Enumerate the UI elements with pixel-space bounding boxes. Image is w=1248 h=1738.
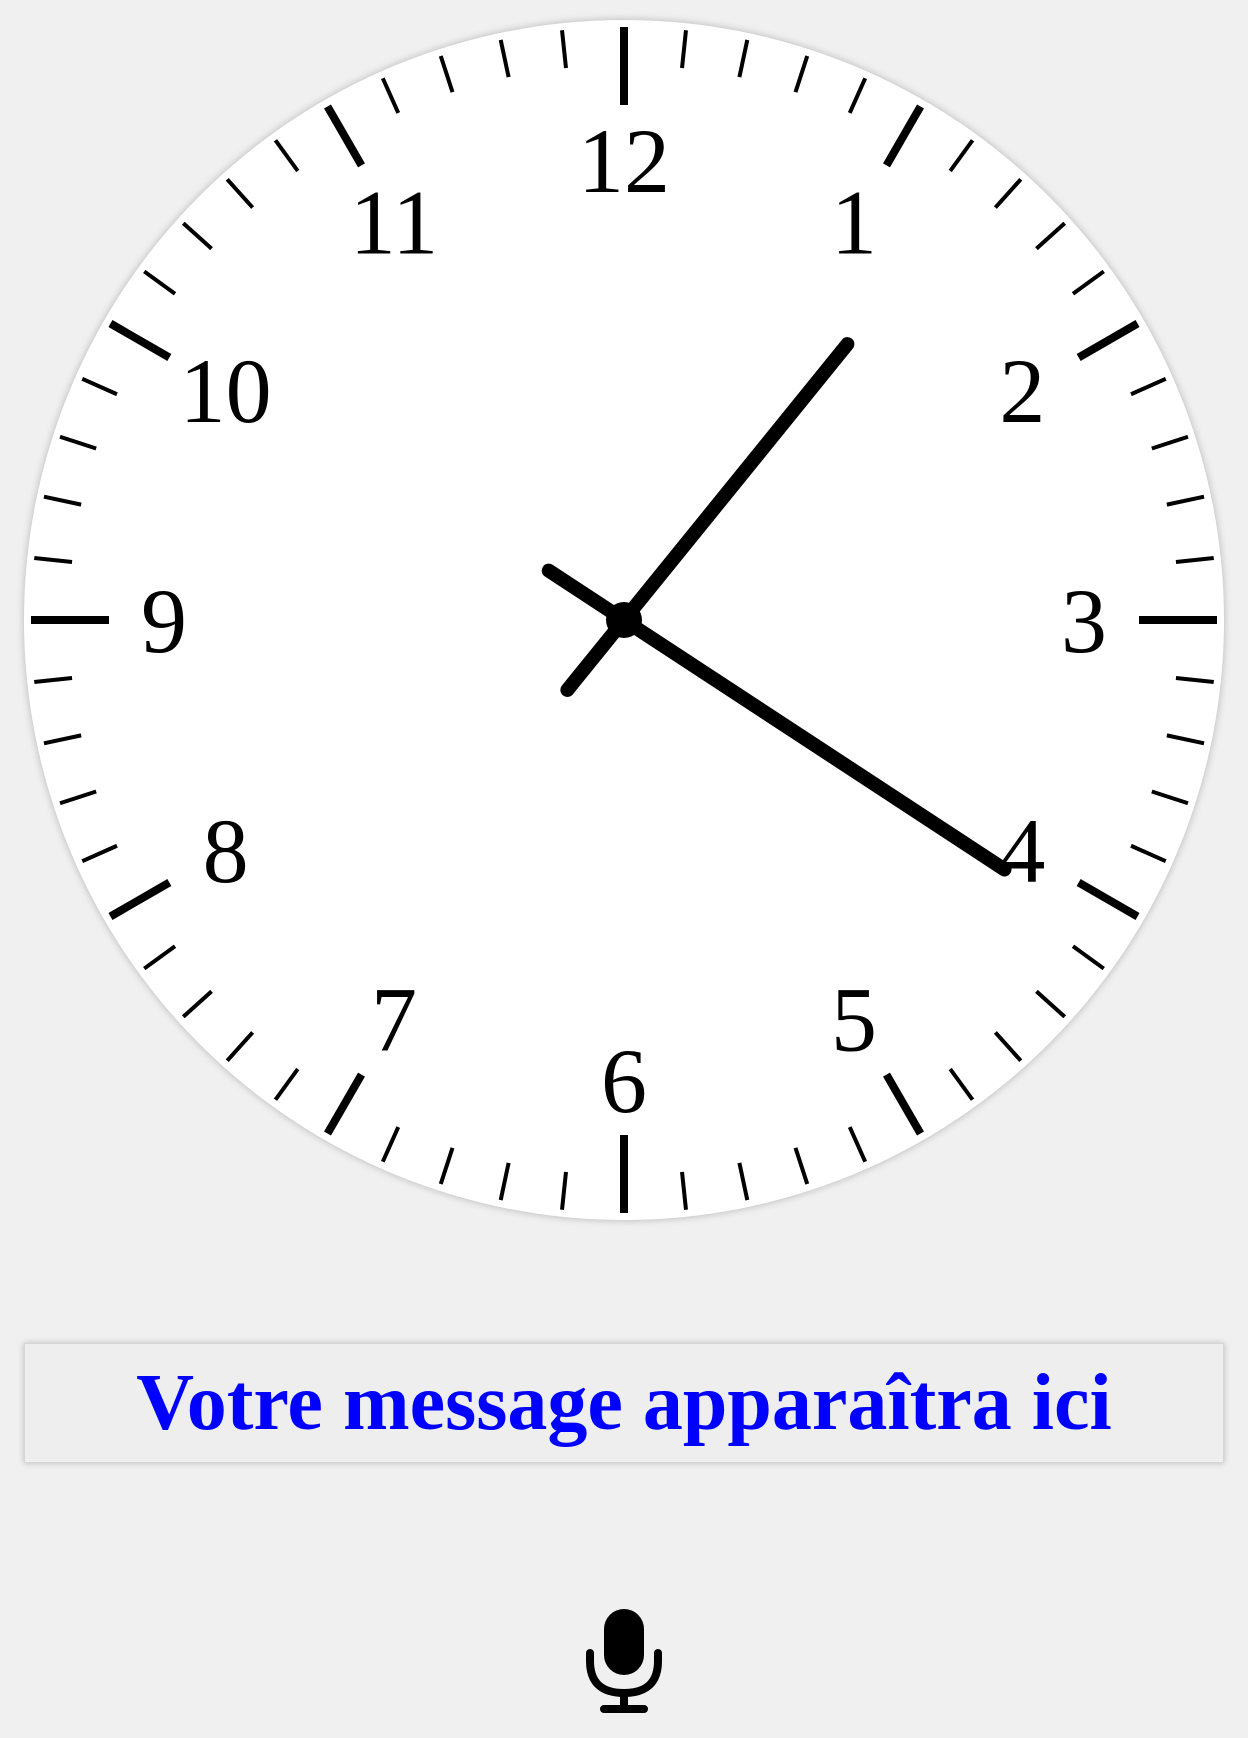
minute-tick bbox=[43, 494, 82, 507]
minute-tick bbox=[847, 77, 868, 114]
hour-tick bbox=[1076, 320, 1140, 361]
minute-tick bbox=[1166, 733, 1205, 746]
minute-tick bbox=[1035, 989, 1067, 1019]
numeral-4: 4 bbox=[999, 800, 1045, 902]
numeral-7: 7 bbox=[371, 968, 417, 1070]
minute-hand bbox=[560, 337, 855, 697]
minute-tick bbox=[81, 843, 118, 864]
minute-tick bbox=[81, 376, 118, 397]
numeral-3: 3 bbox=[1061, 570, 1107, 672]
minute-tick bbox=[1130, 376, 1167, 397]
minute-tick bbox=[1035, 221, 1067, 251]
minute-tick bbox=[43, 733, 82, 746]
clock-center-cap bbox=[606, 602, 642, 638]
minute-tick bbox=[1071, 944, 1105, 971]
hour-tick bbox=[108, 879, 172, 920]
clock-face: 121234567891011 bbox=[31, 27, 1217, 1213]
minute-tick bbox=[143, 269, 177, 296]
minute-tick bbox=[225, 177, 255, 209]
numeral-8: 8 bbox=[203, 800, 249, 902]
minute-tick bbox=[1175, 556, 1214, 564]
minute-tick bbox=[993, 1031, 1023, 1063]
minute-tick bbox=[273, 1067, 300, 1101]
numeral-9: 9 bbox=[141, 570, 187, 672]
minute-tick bbox=[1130, 843, 1167, 864]
minute-tick bbox=[948, 1067, 975, 1101]
minute-tick bbox=[1151, 434, 1189, 451]
hour-tick bbox=[883, 1072, 924, 1136]
minute-tick bbox=[225, 1031, 255, 1063]
hour-tick bbox=[1076, 879, 1140, 920]
minute-tick bbox=[59, 789, 97, 806]
microphone-icon bbox=[586, 1609, 662, 1713]
message-text: Votre message apparaîtra ici bbox=[136, 1358, 1112, 1447]
numeral-2: 2 bbox=[999, 340, 1045, 442]
hour-tick bbox=[324, 1072, 365, 1136]
minute-tick bbox=[380, 1126, 401, 1163]
minute-tick bbox=[680, 30, 688, 69]
analog-clock: 12 1 2 3 4 5 6 7 8 9 10 11 bbox=[24, 20, 1224, 1220]
minute-tick bbox=[438, 55, 455, 93]
minute-tick bbox=[1071, 269, 1105, 296]
minute-tick bbox=[737, 39, 750, 78]
minute-tick bbox=[181, 989, 213, 1019]
numeral-5: 5 bbox=[831, 968, 877, 1070]
message-display: Votre message apparaîtra ici bbox=[24, 1343, 1224, 1463]
minute-tick bbox=[560, 30, 568, 69]
numeral-11: 11 bbox=[350, 172, 439, 274]
minute-tick bbox=[438, 1147, 455, 1185]
minute-tick bbox=[847, 1126, 868, 1163]
minute-tick bbox=[737, 1162, 750, 1201]
minute-tick bbox=[34, 556, 73, 564]
numeral-1: 1 bbox=[831, 172, 877, 274]
numeral-10: 10 bbox=[180, 340, 272, 442]
minute-tick bbox=[793, 55, 810, 93]
microphone-button[interactable] bbox=[584, 1605, 664, 1715]
minute-tick bbox=[1166, 494, 1205, 507]
minute-tick bbox=[793, 1147, 810, 1185]
hour-tick bbox=[883, 104, 924, 168]
minute-tick bbox=[273, 139, 300, 173]
minute-tick bbox=[1151, 789, 1189, 806]
minute-tick bbox=[498, 1162, 511, 1201]
minute-tick bbox=[181, 221, 213, 251]
minute-tick bbox=[498, 39, 511, 78]
numeral-12: 12 bbox=[578, 110, 670, 212]
minute-tick bbox=[1175, 676, 1214, 684]
minute-tick bbox=[34, 676, 73, 684]
hour-tick bbox=[324, 104, 365, 168]
minute-tick bbox=[948, 139, 975, 173]
minute-tick bbox=[59, 434, 97, 451]
minute-tick bbox=[993, 177, 1023, 209]
hour-tick bbox=[108, 320, 172, 361]
numeral-6: 6 bbox=[601, 1030, 647, 1132]
minute-tick bbox=[560, 1171, 568, 1210]
minute-tick bbox=[143, 944, 177, 971]
minute-tick bbox=[680, 1171, 688, 1210]
minute-tick bbox=[380, 77, 401, 114]
